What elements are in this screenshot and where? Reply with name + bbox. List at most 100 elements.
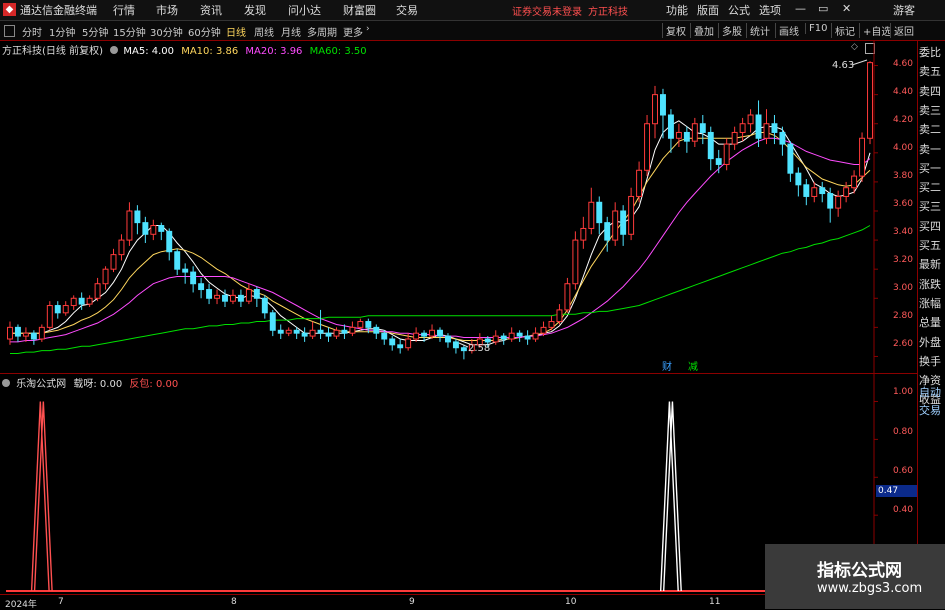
- close-icon[interactable]: ✕: [842, 2, 851, 15]
- candle-body: [198, 283, 205, 291]
- candle-body: [357, 321, 364, 328]
- btn-biaoji[interactable]: 标记: [831, 23, 855, 38]
- menu-faxian[interactable]: 发现: [244, 2, 266, 18]
- price-tick: 3.80: [892, 171, 913, 181]
- quote-panel-item: 委比: [919, 46, 941, 59]
- watermark-banner: 指标公式网 www.zbgs3.com: [765, 544, 945, 609]
- candle-body: [214, 294, 220, 299]
- trade-login-notice[interactable]: 证券交易未登录: [512, 3, 582, 18]
- candle-body: [644, 123, 651, 171]
- candle-body: [253, 289, 260, 299]
- price-tick: 4.20: [892, 115, 913, 125]
- tab-30min[interactable]: 30分钟: [150, 24, 183, 39]
- indicator-tick: 0.40: [892, 505, 913, 515]
- date-label-nov: 11: [709, 597, 721, 607]
- menu-wenxiaoda[interactable]: 问小达: [288, 2, 321, 18]
- more-chevron-icon[interactable]: ›: [366, 24, 370, 34]
- guest-label[interactable]: 游客: [893, 2, 915, 18]
- indicator-spike: [662, 401, 682, 592]
- tab-multi-period[interactable]: 多周期: [307, 24, 337, 39]
- tab-fenshi[interactable]: 分时: [22, 24, 42, 39]
- tab-5min[interactable]: 5分钟: [82, 24, 108, 39]
- btn-huaxian[interactable]: 画线: [775, 23, 799, 38]
- candle-body: [763, 123, 770, 139]
- tab-monthly[interactable]: 月线: [281, 24, 301, 39]
- tab-weekly[interactable]: 周线: [254, 24, 274, 39]
- menu-gongneng[interactable]: 功能: [666, 2, 688, 18]
- btn-back[interactable]: 返回: [890, 23, 914, 38]
- candle-body: [293, 329, 300, 334]
- candle-body: [38, 326, 45, 340]
- candle-body: [795, 172, 802, 186]
- candle-body: [628, 195, 635, 235]
- menu-caifuquan[interactable]: 财富圈: [343, 2, 376, 18]
- candle-body: [747, 114, 754, 125]
- badge-jian[interactable]: 减: [688, 361, 698, 373]
- minimize-icon[interactable]: —: [795, 2, 806, 15]
- candle-body: [460, 347, 467, 352]
- indicator-spike: [33, 401, 53, 592]
- quote-panel-item[interactable]: 交易: [919, 402, 941, 418]
- candle-body: [484, 338, 491, 343]
- menu-zixun[interactable]: 资讯: [200, 2, 222, 18]
- candle-body: [30, 332, 37, 340]
- candle-body: [102, 268, 109, 285]
- date-label-aug: 8: [231, 597, 237, 607]
- price-chart[interactable]: 4.63 2.58 财 减: [0, 41, 917, 373]
- btn-duogu[interactable]: 多股: [718, 23, 742, 38]
- menu-xuanxiang[interactable]: 选项: [759, 2, 781, 18]
- candle-body: [126, 210, 133, 241]
- candle-body: [532, 332, 539, 340]
- candle-body: [62, 305, 69, 314]
- candle-body: [755, 114, 762, 139]
- btn-add-favorite[interactable]: +自选: [859, 23, 891, 38]
- restore-icon[interactable]: ▭: [818, 2, 828, 15]
- tab-more[interactable]: 更多: [343, 24, 363, 39]
- btn-tongji[interactable]: 统计: [746, 23, 770, 38]
- candle-body: [715, 158, 722, 165]
- candle-body: [604, 222, 611, 241]
- indicator-spike: [30, 401, 50, 592]
- menu-gongshi[interactable]: 公式: [728, 2, 750, 18]
- menu-banmian[interactable]: 版面: [697, 2, 719, 18]
- candle-body: [317, 329, 324, 334]
- menu-jiaoyi[interactable]: 交易: [396, 2, 418, 18]
- candle-body: [206, 289, 213, 299]
- candle-body: [540, 326, 547, 334]
- menu-hangqing[interactable]: 行情: [113, 2, 135, 18]
- quote-panel-item: 买五: [919, 239, 941, 252]
- candlesticks: [7, 61, 873, 360]
- candle-body: [508, 332, 515, 340]
- btn-diejia[interactable]: 叠加: [690, 23, 714, 38]
- tab-60min[interactable]: 60分钟: [188, 24, 221, 39]
- candle-body: [405, 338, 412, 349]
- menu-shichang[interactable]: 市场: [156, 2, 178, 18]
- price-tick: 3.00: [892, 283, 913, 293]
- candle-body: [118, 239, 125, 256]
- candle-body: [158, 225, 165, 232]
- price-tick: 2.80: [892, 311, 913, 321]
- brand-name: 指标公式网: [817, 561, 902, 581]
- candle-body: [636, 169, 643, 197]
- quote-panel-item: 买一: [919, 161, 941, 175]
- quote-panel-item: 卖二: [919, 123, 941, 137]
- candle-body: [691, 123, 698, 142]
- candle-body: [843, 187, 850, 197]
- btn-fuquan[interactable]: 复权: [662, 23, 686, 38]
- candle-body: [54, 305, 61, 314]
- price-tick: 3.20: [892, 255, 913, 265]
- btn-f10[interactable]: F10: [805, 23, 827, 34]
- candle-body: [580, 227, 587, 241]
- indicator-lines: [6, 401, 874, 592]
- price-tick: 4.40: [892, 87, 913, 97]
- price-grid: [873, 41, 878, 373]
- tab-1min[interactable]: 1分钟: [49, 24, 75, 39]
- badge-cai[interactable]: 财: [662, 360, 672, 373]
- quote-panel-item: 外盘: [919, 335, 941, 349]
- quote-panel-item[interactable]: 自动: [919, 384, 941, 400]
- period-toolbar: 分时 1分钟 5分钟 15分钟 30分钟 60分钟 日线 周线 月线 多周期 更…: [0, 21, 945, 41]
- tab-15min[interactable]: 15分钟: [113, 24, 146, 39]
- toolbar-square-icon[interactable]: [4, 25, 15, 37]
- quote-panel-item: 买四: [919, 219, 941, 233]
- tab-daily[interactable]: 日线: [226, 24, 246, 39]
